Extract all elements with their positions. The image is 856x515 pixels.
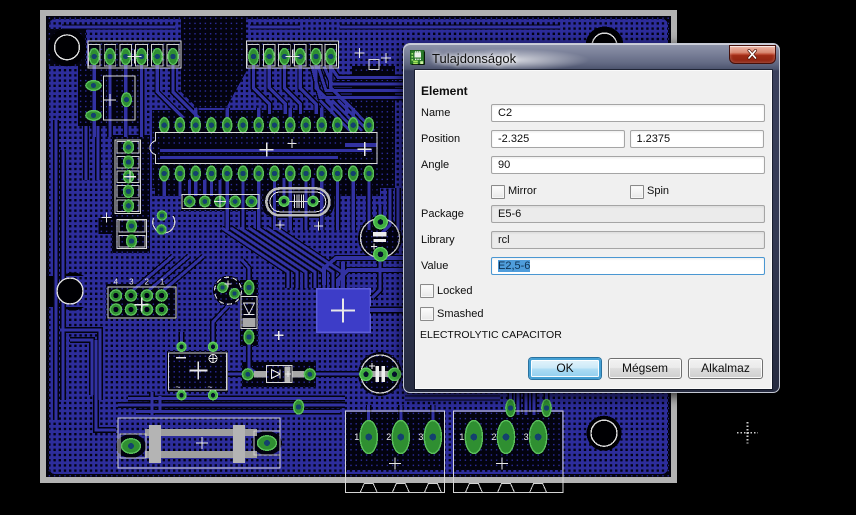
svg-text:3: 3 xyxy=(129,278,134,287)
svg-text:1: 1 xyxy=(160,278,165,287)
svg-text:2: 2 xyxy=(144,278,149,287)
svg-text:3: 3 xyxy=(524,432,529,442)
svg-text:4: 4 xyxy=(114,278,119,287)
svg-text:1: 1 xyxy=(354,432,359,442)
svg-text:3: 3 xyxy=(418,432,423,442)
svg-text:2: 2 xyxy=(491,432,496,442)
svg-text:1: 1 xyxy=(459,432,464,442)
svg-text:2: 2 xyxy=(386,432,391,442)
